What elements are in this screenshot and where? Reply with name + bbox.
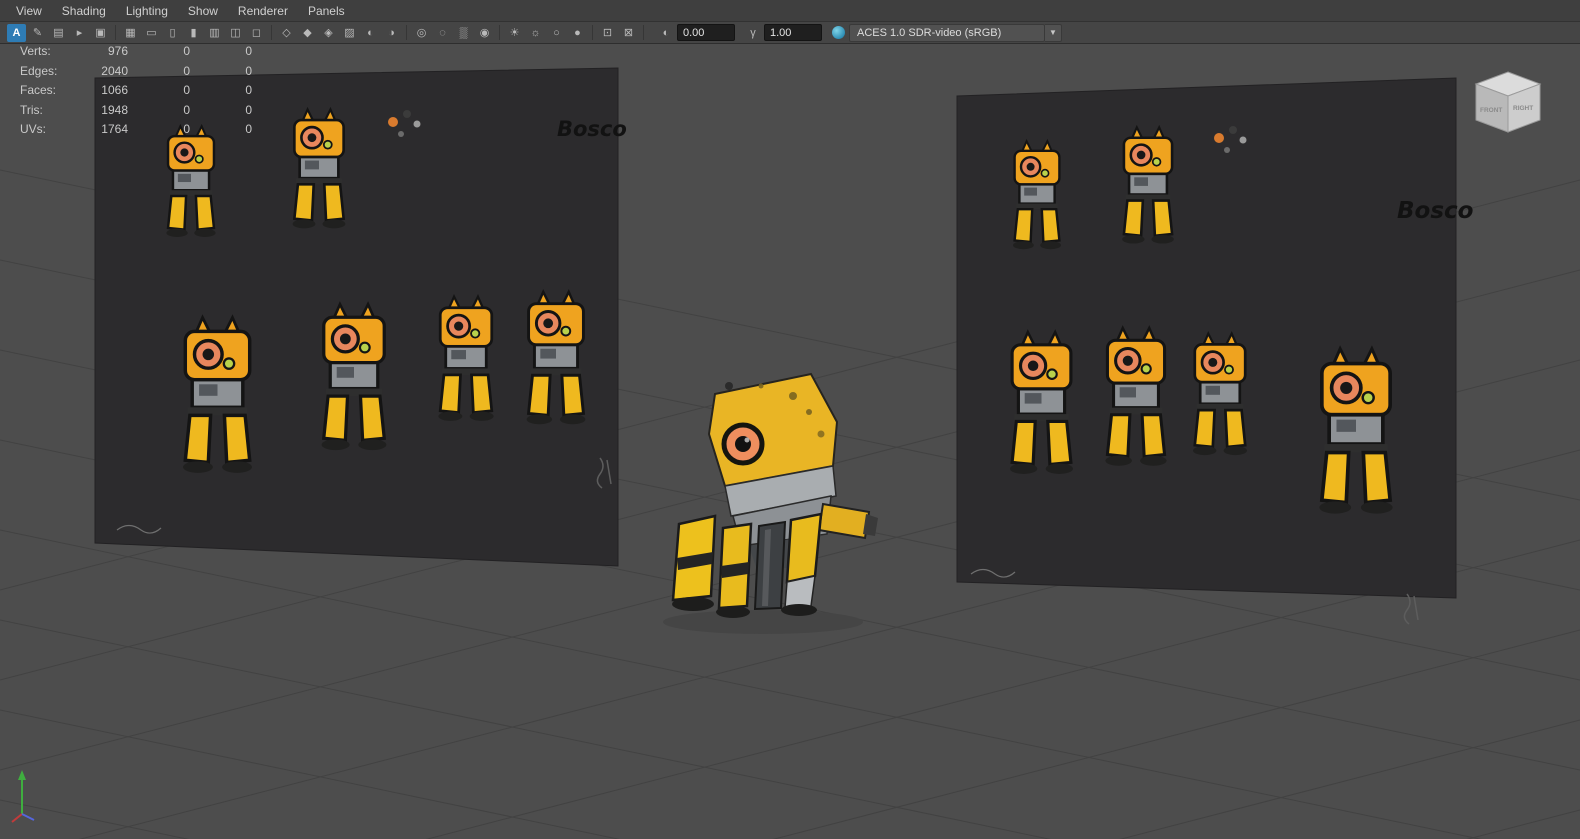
bookmarks-icon[interactable]: ▸ bbox=[70, 24, 89, 42]
viewport-toolbar-icons: A ✎ ▤ ▸ ▣ ▦ ▭ ▯ ▮ ▥ ◫ ◻ ◇ ◆ ◈ ▨ ◐ ◑ ◎ ◌ ▒ ◉ ☀ ☼ ○ ● ⊡ ⊠ bbox=[6, 23, 648, 42]
wireframe-icon[interactable]: ◇ bbox=[277, 24, 296, 42]
view-cube[interactable]: FRONT RIGHT bbox=[1474, 71, 1542, 133]
exposure-field[interactable] bbox=[677, 24, 735, 41]
use-default-material-icon[interactable]: ◐ bbox=[361, 24, 380, 42]
anti-aliasing-icon[interactable]: ▒ bbox=[454, 24, 473, 42]
gamma-group: γ bbox=[745, 24, 822, 41]
hud-value: 0 bbox=[183, 122, 190, 136]
grease-pencil-icon[interactable]: ✎ bbox=[28, 24, 47, 42]
camera-attributes-icon[interactable]: ▤ bbox=[49, 24, 68, 42]
menu-view[interactable]: View bbox=[6, 0, 52, 22]
hud-label: Faces: bbox=[20, 83, 57, 97]
hud-label: Edges: bbox=[20, 63, 58, 78]
poly-count-hud: Verts: 976 0 0 Edges: 2040 0 0 Faces: 1066 0 0 Tris:… bbox=[20, 42, 252, 140]
safe-title-icon[interactable]: ◻ bbox=[247, 24, 266, 42]
smooth-shade-icon[interactable]: ◆ bbox=[298, 24, 317, 42]
toolbar-separator bbox=[115, 25, 116, 40]
field-chart-icon[interactable]: ▥ bbox=[205, 24, 224, 42]
hud-row-tris: Tris: 1948 0 0 bbox=[20, 101, 252, 121]
hud-value: 976 bbox=[107, 44, 128, 58]
hud-row-verts: Verts: 976 0 0 bbox=[20, 42, 252, 62]
occlusion-icon[interactable]: ◎ bbox=[412, 24, 431, 42]
gamma-icon[interactable]: γ bbox=[745, 25, 761, 41]
hud-value: 0 bbox=[183, 44, 190, 58]
shadows-icon[interactable]: ◑ bbox=[382, 24, 401, 42]
hud-value: 1764 bbox=[101, 122, 128, 136]
wireframe-on-shaded-icon[interactable]: ◈ bbox=[319, 24, 338, 42]
gate-mask-icon[interactable]: ▮ bbox=[184, 24, 203, 42]
no-lights-icon[interactable]: ● bbox=[568, 24, 587, 42]
hud-value: 0 bbox=[183, 102, 190, 117]
safe-action-icon[interactable]: ◫ bbox=[226, 24, 245, 42]
hud-value: 0 bbox=[245, 63, 252, 78]
hud-value: 0 bbox=[245, 44, 252, 58]
viewport-canvas[interactable]: Bosco Bosco FRONT RIGHT bbox=[0, 44, 1580, 839]
hud-value: 1948 bbox=[101, 102, 128, 117]
menu-bar-items: View Shading Lighting Show Renderer Panels bbox=[6, 0, 355, 22]
menu-panels[interactable]: Panels bbox=[298, 0, 355, 22]
hud-row-faces: Faces: 1066 0 0 bbox=[20, 81, 252, 101]
resolution-gate-icon[interactable]: ▯ bbox=[163, 24, 182, 42]
hud-label: Tris: bbox=[20, 102, 43, 117]
reference-plane-left: Bosco bbox=[94, 67, 627, 567]
all-lights-icon[interactable]: ☼ bbox=[526, 24, 545, 42]
plane-logo-right: Bosco bbox=[1397, 198, 1473, 224]
menu-shading[interactable]: Shading bbox=[52, 0, 116, 22]
hud-row-uvs: UVs: 1764 0 0 bbox=[20, 120, 252, 140]
flat-lighting-icon[interactable]: ○ bbox=[547, 24, 566, 42]
isolate-select-icon[interactable]: ⊡ bbox=[598, 24, 617, 42]
toolbar-separator bbox=[592, 25, 593, 40]
hud-value: 0 bbox=[245, 83, 252, 97]
view-cube-front-label: FRONT bbox=[1480, 107, 1502, 114]
exposure-group: ◐ bbox=[658, 24, 735, 41]
hud-label: Verts: bbox=[20, 44, 51, 58]
hud-value: 0 bbox=[183, 83, 190, 97]
menu-show[interactable]: Show bbox=[178, 0, 228, 22]
panel-menu-bar: View Shading Lighting Show Renderer Panels bbox=[0, 0, 1580, 22]
hud-value: 2040 bbox=[101, 63, 128, 78]
hud-value: 0 bbox=[245, 102, 252, 117]
toolbar-separator bbox=[271, 25, 272, 40]
view-transform-dropdown-arrow[interactable]: ▼ bbox=[1045, 23, 1062, 42]
film-gate-icon[interactable]: ▭ bbox=[142, 24, 161, 42]
hud-value: 0 bbox=[183, 63, 190, 78]
select-camera-icon[interactable]: A bbox=[7, 23, 26, 42]
view-cube-right-label: RIGHT bbox=[1513, 105, 1533, 112]
hud-row-edges: Edges: 2040 0 0 bbox=[20, 62, 252, 82]
toolbar-separator bbox=[499, 25, 500, 40]
toolbar-separator bbox=[643, 25, 644, 40]
default-lighting-icon[interactable]: ☀ bbox=[505, 24, 524, 42]
maya-viewport-window: { "menu_bar": { "items": ["View", "Shadi… bbox=[0, 0, 1580, 839]
textured-icon[interactable]: ▨ bbox=[340, 24, 359, 42]
image-plane-icon[interactable]: ▣ bbox=[91, 24, 110, 42]
view-transform-dropdown[interactable]: ACES 1.0 SDR-video (sRGB) bbox=[849, 23, 1045, 42]
hud-value: 0 bbox=[245, 122, 252, 136]
toolbar-separator bbox=[406, 25, 407, 40]
hud-label: UVs: bbox=[20, 122, 47, 136]
exposure-icon[interactable]: ◐ bbox=[658, 25, 674, 41]
x-ray-icon[interactable]: ⊠ bbox=[619, 24, 638, 42]
motion-blur-icon[interactable]: ◌ bbox=[433, 24, 452, 42]
hud-value: 1066 bbox=[101, 83, 128, 97]
plane-logo-left: Bosco bbox=[557, 117, 627, 141]
menu-renderer[interactable]: Renderer bbox=[228, 0, 298, 22]
viewport-toolbar: A✎▤▸▣▦▭▯▮▥◫◻◇◆◈▨◐◑◎◌▒◉☀☼○●⊡⊠ ◐ γ ACES 1.… bbox=[0, 22, 1580, 44]
gamma-field[interactable] bbox=[764, 24, 822, 41]
color-management-icon[interactable] bbox=[832, 26, 845, 39]
grid-icon[interactable]: ▦ bbox=[121, 24, 140, 42]
view-transform-label: ACES 1.0 SDR-video (sRGB) bbox=[857, 26, 1002, 39]
depth-of-field-icon[interactable]: ◉ bbox=[475, 24, 494, 42]
menu-lighting[interactable]: Lighting bbox=[116, 0, 178, 22]
reference-plane-right: Bosco bbox=[956, 77, 1473, 625]
